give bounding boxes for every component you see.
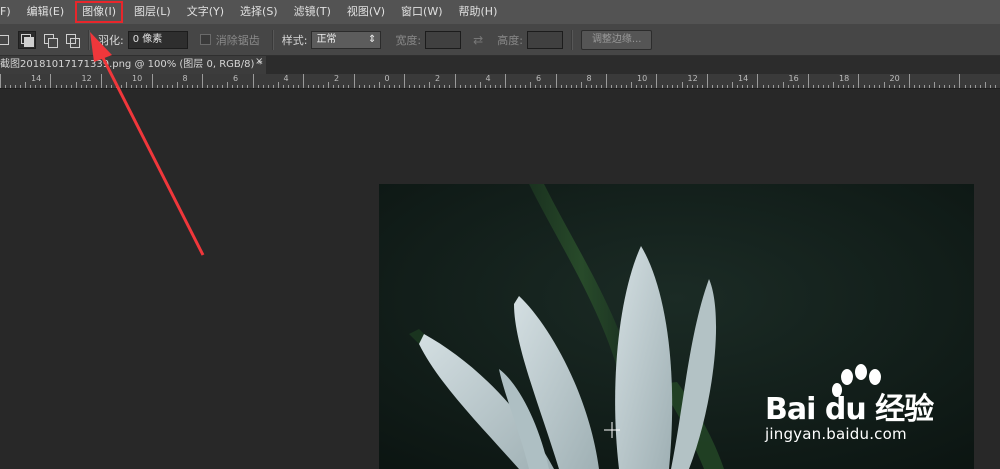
ruler-label: 2 [334,74,340,83]
watermark-url: jingyan.baidu.com [765,425,907,443]
document-tab-row: 截图20181017171339.png @ 100% (图层 0, RGB/8… [0,56,1000,74]
antialias-checkbox[interactable] [199,34,211,45]
ruler-label: 16 [788,74,799,83]
ruler-label: 6 [536,74,542,83]
separator [271,29,274,50]
antialias-label: 消除锯齿 [215,33,260,47]
feather-label: 羽化: [98,33,124,47]
swap-icon[interactable]: ⇄ [473,33,483,47]
ruler-label: 12 [687,74,698,83]
new-selection-icon[interactable] [0,32,12,48]
ruler-label: 20 [889,74,900,83]
ruler-label: 8 [586,74,592,83]
menu-bar: F) 编辑(E) 图像(I) 图层(L) 文字(Y) 选择(S) 滤镜(T) 视… [0,0,1000,24]
style-select[interactable]: 正常 ⇕ [311,30,382,49]
width-input[interactable] [425,30,462,49]
horizontal-ruler: 14 12 10 8 6 4 2 0 2 4 6 8 10 12 14 16 18 20 [0,74,1000,89]
feather-input[interactable]: 0 像素 [127,30,188,49]
ruler-label: 12 [81,74,92,83]
style-value: 正常 [316,33,337,45]
refine-edge-button[interactable]: 调整边缘... [580,29,653,50]
intersect-selection-icon[interactable] [64,32,80,48]
menu-layer[interactable]: 图层(L) [126,0,179,24]
width-label: 宽度: [395,33,422,47]
menu-select[interactable]: 选择(S) [232,0,286,24]
close-icon[interactable]: × [255,56,263,67]
ruler-label: 6 [233,74,239,83]
menu-view[interactable]: 视图(V) [339,0,393,24]
ruler-label: 14 [31,74,42,83]
separator [570,29,573,50]
ruler-label: 18 [839,74,850,83]
document-title: 截图20181017171339.png @ 100% (图层 0, RGB/8… [0,59,263,70]
options-bar: 羽化: 0 像素 消除锯齿 样式: 正常 ⇕ 宽度: ⇄ 高度: 调整边缘... [0,24,1000,56]
document-tab[interactable]: 截图20181017171339.png @ 100% (图层 0, RGB/8… [0,56,266,74]
ruler-ticks [0,74,996,88]
baidu-wordmark: Bai du 经验 [765,392,934,427]
menu-image[interactable]: 图像(I) [74,0,124,24]
menu-filter[interactable]: 滤镜(T) [286,0,339,24]
ruler-label: 4 [283,74,289,83]
ruler-label: 8 [182,74,188,83]
ruler-label: 4 [485,74,491,83]
ruler-label: 10 [132,74,143,83]
menu-file[interactable]: F) [0,0,19,24]
height-input[interactable] [526,30,563,49]
menu-help[interactable]: 帮助(H) [451,0,506,24]
ruler-label: 2 [435,74,441,83]
subtract-selection-icon[interactable] [42,32,58,48]
style-label: 样式: [281,33,308,47]
menu-window[interactable]: 窗口(W) [393,0,450,24]
height-label: 高度: [497,33,523,47]
ruler-label: 14 [738,74,749,83]
add-selection-icon[interactable] [18,30,36,49]
ruler-label: 0 [384,74,390,83]
ruler-label: 10 [637,74,648,83]
menu-edit[interactable]: 编辑(E) [19,0,73,24]
separator [88,29,90,50]
baidu-logo: Bai du 经验 [765,362,945,427]
menu-type[interactable]: 文字(Y) [179,0,232,24]
updown-icon: ⇕ [368,33,377,45]
